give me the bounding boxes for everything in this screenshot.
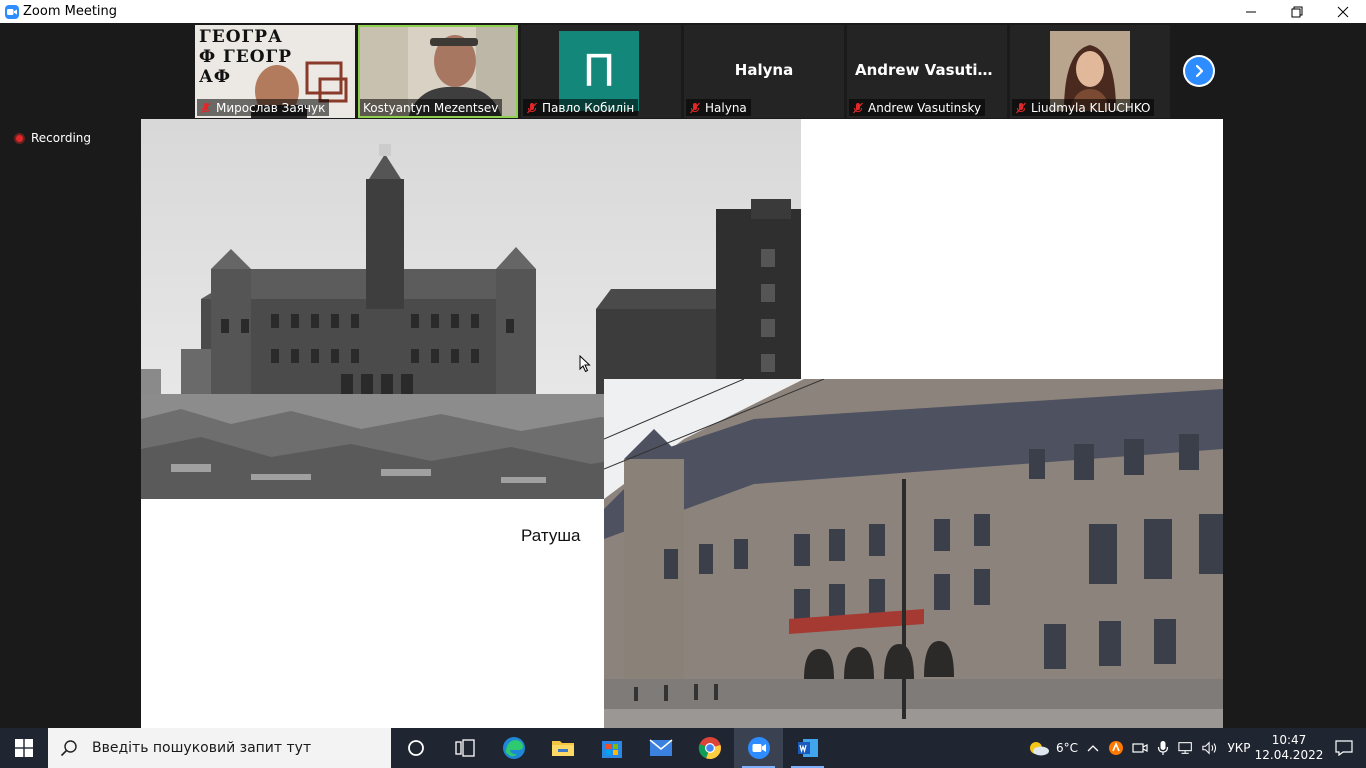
windows-taskbar: Введіть пошуковий запит тут 6°C УКР 10:4…: [0, 728, 1366, 768]
camera-icon: [1132, 743, 1148, 753]
task-view-icon: [454, 739, 475, 757]
start-button[interactable]: [0, 728, 48, 768]
taskbar-app-store[interactable]: [587, 728, 636, 768]
participant-tile[interactable]: Andrew Vasutin... Andrew Vasutinsky: [847, 25, 1007, 118]
mail-icon: [649, 739, 672, 756]
participant-name: Andrew Vasutinsky: [868, 100, 982, 115]
participant-name-bar: Halyna: [686, 99, 751, 116]
word-icon: [797, 739, 818, 757]
shared-screen: Ратуша: [141, 119, 1223, 728]
microphone-icon: [1157, 741, 1169, 755]
participant-name-bar: Liudmyla KLIUCHKO: [1012, 99, 1155, 116]
tray-microphone-icon[interactable]: [1152, 728, 1174, 768]
store-icon: [601, 741, 622, 758]
participant-name: Kostyantyn Mezentsev: [363, 100, 499, 115]
notifications-icon: [1335, 740, 1353, 756]
search-icon: [60, 740, 77, 757]
cortana-button[interactable]: [391, 728, 440, 768]
taskbar-app-chrome[interactable]: [685, 728, 734, 768]
action-center-button[interactable]: [1322, 728, 1366, 768]
taskbar-app-edge[interactable]: [489, 728, 538, 768]
clock-date: 12.04.2022: [1254, 748, 1324, 762]
taskbar-clock[interactable]: 10:47 12.04.2022: [1254, 733, 1324, 763]
mouse-cursor-icon: [579, 355, 591, 373]
gallery-strip: ГЕОГРАФ ГЕОГРАФ Мирослав Заячук Kostyant…: [195, 25, 1170, 118]
taskbar-app-mail[interactable]: [636, 728, 685, 768]
participant-tile[interactable]: Liudmyla KLIUCHKO: [1010, 25, 1170, 118]
volume-icon: [1202, 741, 1217, 755]
mic-muted-icon: [1016, 102, 1026, 113]
participant-name: Мирослав Заячук: [216, 100, 326, 115]
participant-display-name: Halyna: [734, 61, 794, 79]
participant-name-bar: Andrew Vasutinsky: [849, 99, 986, 116]
restore-icon: [1291, 6, 1303, 17]
modern-city-hall-photo: [604, 379, 1223, 728]
taskbar-app-file-explorer[interactable]: [538, 728, 587, 768]
participant-name-bar: Павло Кобилін: [523, 99, 639, 116]
tray-network-icon[interactable]: [1174, 728, 1198, 768]
zoom-app-icon: [5, 4, 19, 19]
folder-icon: [551, 741, 574, 756]
weather-widget[interactable]: 6°C: [1024, 728, 1082, 768]
taskbar-app-zoom[interactable]: [734, 728, 783, 768]
participant-display-name: Andrew Vasutin...: [855, 61, 1006, 79]
mic-muted-icon: [853, 102, 863, 113]
participant-tile[interactable]: Halyna Halyna: [684, 25, 844, 118]
meeting-area: ГЕОГРАФ ГЕОГРАФ Мирослав Заячук Kostyant…: [0, 23, 1366, 728]
restore-button[interactable]: [1274, 0, 1320, 23]
taskbar-search-box[interactable]: Введіть пошуковий запит тут: [48, 728, 391, 768]
tray-volume-icon[interactable]: [1198, 728, 1222, 768]
tray-camera-icon[interactable]: [1128, 728, 1152, 768]
mic-muted-icon: [201, 102, 211, 113]
edge-icon: [502, 737, 525, 759]
recording-indicator[interactable]: Recording: [14, 131, 91, 145]
close-icon: [1337, 6, 1349, 17]
show-hidden-icons-button[interactable]: [1082, 728, 1104, 768]
recording-icon: [14, 132, 25, 144]
clock-time: 10:47: [1271, 733, 1307, 747]
mic-muted-icon: [527, 102, 537, 113]
weather-temperature: 6°C: [1055, 741, 1078, 755]
search-placeholder: Введіть пошуковий запит тут: [92, 740, 312, 756]
window-titlebar: Zoom Meeting: [0, 0, 1366, 23]
keyboard-language[interactable]: УКР: [1222, 728, 1256, 768]
chrome-icon: [698, 737, 721, 760]
window-title: Zoom Meeting: [23, 4, 118, 19]
participant-name: Halyna: [705, 100, 747, 115]
antivirus-icon: [1109, 741, 1123, 755]
chevron-up-icon: [1087, 745, 1099, 752]
participant-tile-active-speaker[interactable]: Kostyantyn Mezentsev: [358, 25, 518, 118]
windows-logo-icon: [15, 739, 33, 757]
weather-partly-cloudy-icon: [1029, 742, 1049, 756]
participant-tile[interactable]: ГЕОГРАФ ГЕОГРАФ Мирослав Заячук: [195, 25, 355, 118]
participant-name-bar: Мирослав Заячук: [197, 99, 330, 116]
close-button[interactable]: [1320, 0, 1366, 23]
chevron-right-icon: [1195, 64, 1204, 78]
next-page-button[interactable]: [1183, 55, 1215, 87]
system-tray: 6°C УКР 10:47 12.04.2022: [1024, 728, 1366, 768]
recording-label: Recording: [31, 131, 92, 145]
minimize-icon: [1246, 11, 1256, 12]
cortana-icon: [407, 740, 424, 756]
participant-name-bar: Kostyantyn Mezentsev: [360, 99, 503, 116]
participant-name: Liudmyla KLIUCHKO: [1031, 100, 1151, 115]
minimize-button[interactable]: [1228, 0, 1274, 23]
zoom-icon: [747, 737, 770, 759]
mic-muted-icon: [690, 102, 700, 113]
tile1-sign: ГЕОГРАФ ГЕОГРАФ: [199, 27, 293, 87]
task-view-button[interactable]: [440, 728, 489, 768]
slide-caption: Ратуша: [521, 526, 581, 545]
participant-name: Павло Кобилін: [542, 100, 635, 115]
network-icon: [1178, 742, 1192, 754]
tray-avast-icon[interactable]: [1104, 728, 1128, 768]
participant-tile[interactable]: П Павло Кобилін: [521, 25, 681, 118]
taskbar-app-word[interactable]: [783, 728, 832, 768]
